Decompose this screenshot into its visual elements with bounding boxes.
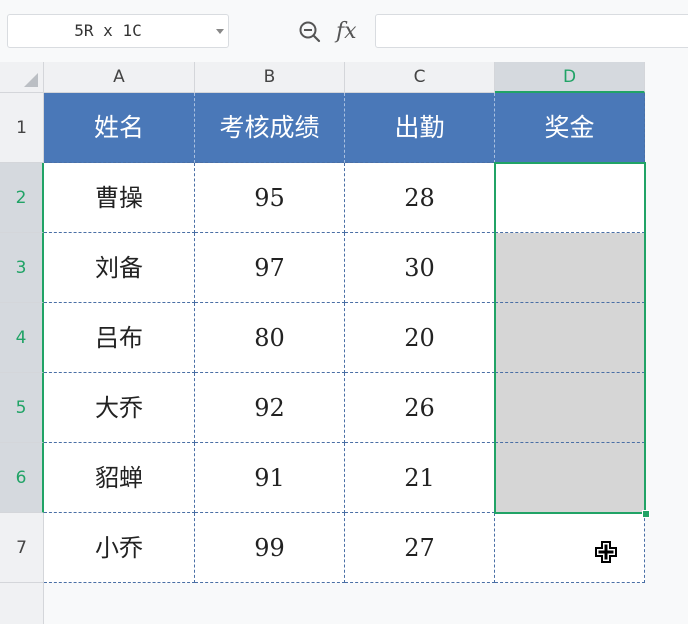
header-cell-score[interactable]: 考核成绩 (195, 93, 345, 163)
cell-d4[interactable] (495, 303, 645, 373)
column-header-d[interactable]: D (495, 62, 645, 93)
cell-c6[interactable]: 21 (345, 443, 495, 513)
cell-d7[interactable] (495, 513, 645, 583)
fill-handle[interactable] (642, 510, 650, 518)
cell-d6[interactable] (495, 443, 645, 513)
cell-a7[interactable]: 小乔 (44, 513, 195, 583)
cell-c3[interactable]: 30 (345, 233, 495, 303)
cell-c2[interactable]: 28 (345, 163, 495, 233)
cell-c7[interactable]: 27 (345, 513, 495, 583)
cell-b3[interactable]: 97 (195, 233, 345, 303)
cell-a5[interactable]: 大乔 (44, 373, 195, 443)
fx-icon[interactable]: fx (336, 18, 364, 46)
header-cell-attendance[interactable]: 出勤 (345, 93, 495, 163)
header-cell-bonus[interactable]: 奖金 (495, 93, 645, 163)
select-all-corner[interactable] (0, 62, 44, 93)
zoom-icon[interactable] (298, 20, 322, 44)
column-header-b[interactable]: B (195, 62, 345, 93)
cell-c5[interactable]: 26 (345, 373, 495, 443)
column-header-a[interactable]: A (44, 62, 195, 93)
row-header-4[interactable]: 4 (0, 303, 44, 373)
cell-b7[interactable]: 99 (195, 513, 345, 583)
name-box-value: 5R x 1C (74, 21, 142, 40)
cell-b6[interactable]: 91 (195, 443, 345, 513)
column-header-c[interactable]: C (345, 62, 495, 93)
cell-b4[interactable]: 80 (195, 303, 345, 373)
formula-input[interactable] (375, 14, 688, 48)
row-header-7[interactable]: 7 (0, 513, 44, 583)
row-header-1[interactable]: 1 (0, 93, 44, 163)
cell-d2[interactable] (495, 163, 645, 233)
cell-a2[interactable]: 曹操 (44, 163, 195, 233)
cell-a6[interactable]: 貂蝉 (44, 443, 195, 513)
header-cell-name[interactable]: 姓名 (44, 93, 195, 163)
row-header-6[interactable]: 6 (0, 443, 44, 513)
cell-b5[interactable]: 92 (195, 373, 345, 443)
cell-a4[interactable]: 吕布 (44, 303, 195, 373)
cell-d3[interactable] (495, 233, 645, 303)
cell-a3[interactable]: 刘备 (44, 233, 195, 303)
row-header-5[interactable]: 5 (0, 373, 44, 443)
name-box[interactable]: 5R x 1C (7, 14, 229, 48)
spreadsheet-grid: A B C D 1 2 3 4 5 6 7 姓名 考核成绩 出勤 奖金 曹操 9… (0, 62, 688, 624)
cell-d5[interactable] (495, 373, 645, 443)
chevron-down-icon[interactable] (216, 29, 224, 34)
row-header-3[interactable]: 3 (0, 233, 44, 303)
select-all-icon (24, 73, 38, 87)
cross-cursor-icon (595, 541, 617, 563)
cell-c4[interactable]: 20 (345, 303, 495, 373)
cell-b2[interactable]: 95 (195, 163, 345, 233)
row-header-2[interactable]: 2 (0, 163, 44, 233)
row-header-empty (0, 583, 44, 624)
formula-bar: 5R x 1C fx (0, 0, 688, 62)
